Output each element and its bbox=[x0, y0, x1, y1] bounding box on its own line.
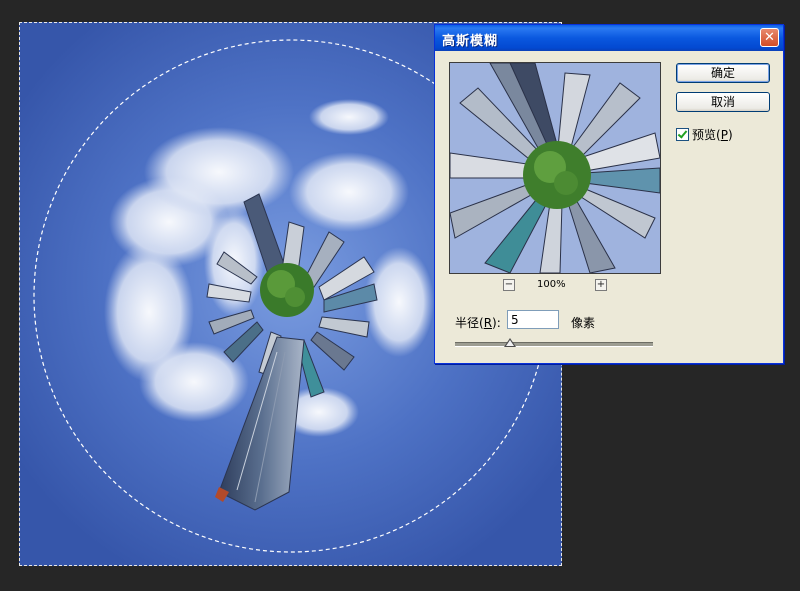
dialog-titlebar[interactable]: 高斯模糊 ✕ bbox=[435, 25, 783, 51]
radius-label: 半径(R): bbox=[455, 316, 501, 330]
dialog-title: 高斯模糊 bbox=[442, 34, 499, 49]
minus-icon: − bbox=[504, 279, 514, 290]
radius-slider-track[interactable] bbox=[455, 342, 653, 347]
radius-slider-thumb[interactable] bbox=[504, 338, 516, 347]
checkbox-checked-icon[interactable] bbox=[676, 128, 689, 141]
close-button[interactable]: ✕ bbox=[760, 28, 779, 47]
zoom-in-button[interactable]: + bbox=[595, 279, 607, 291]
ok-button[interactable]: 确定 bbox=[676, 63, 770, 83]
preview-checkbox[interactable]: 预览(P) bbox=[676, 126, 733, 143]
radius-unit: 像素 bbox=[571, 316, 596, 330]
radius-row: 半径(R): 像素 bbox=[455, 310, 755, 332]
preview-image bbox=[450, 63, 660, 273]
cancel-button[interactable]: 取消 bbox=[676, 92, 770, 112]
zoom-out-button[interactable]: − bbox=[503, 279, 515, 291]
blur-preview[interactable] bbox=[449, 62, 661, 274]
zoom-level: 100% bbox=[537, 279, 566, 290]
radius-input[interactable] bbox=[507, 310, 559, 329]
plus-icon: + bbox=[596, 279, 606, 290]
close-icon: ✕ bbox=[764, 30, 775, 45]
gaussian-blur-dialog: 高斯模糊 ✕ − 100% + 确定 取消 预览(P) 半径(R): 5 像素 bbox=[434, 24, 784, 364]
preview-label: 预览(P) bbox=[692, 128, 733, 142]
zoom-controls: − 100% + bbox=[449, 279, 659, 293]
